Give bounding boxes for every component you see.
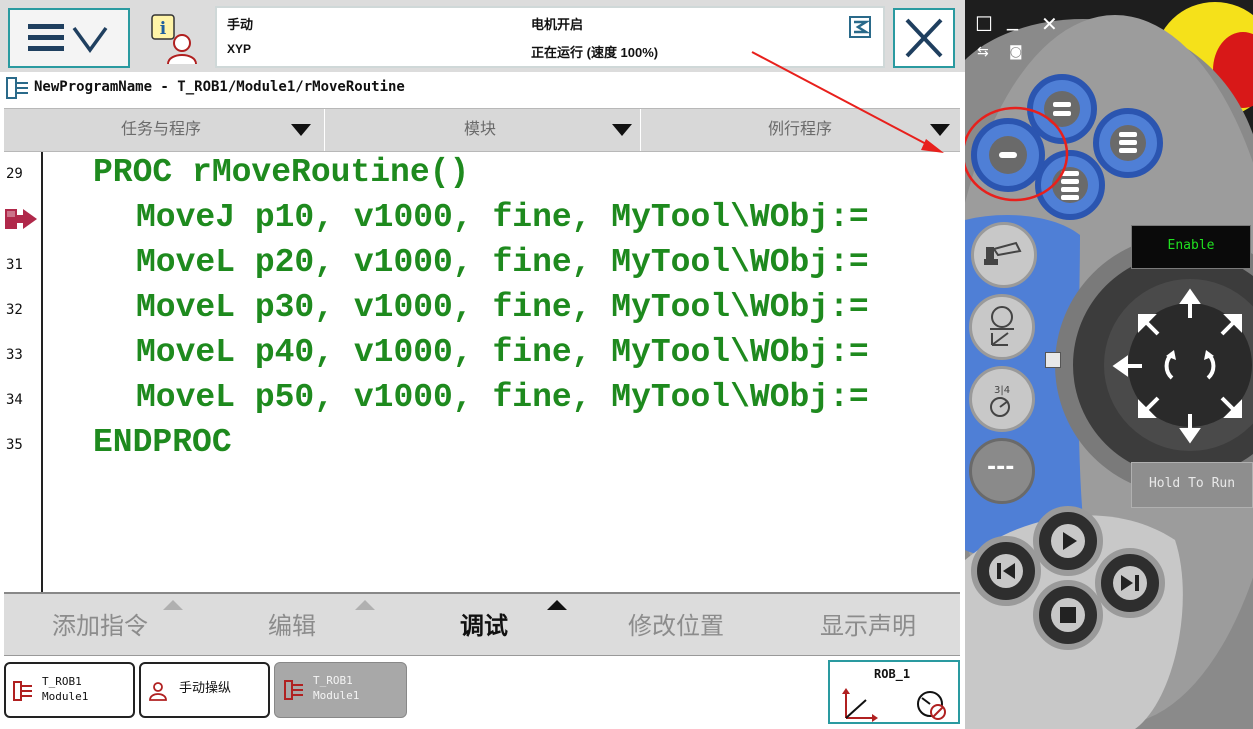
close-panel-icon[interactable]: ✕ xyxy=(1041,12,1058,36)
key-3-icon xyxy=(1110,125,1146,161)
line-number: 32 xyxy=(6,302,23,318)
tab-tasks-and-programs[interactable]: 任务与程序 xyxy=(4,109,325,151)
programmable-key-3[interactable] xyxy=(1093,108,1163,178)
code-line[interactable]: MoveL p40, v1000, fine, MyTool\WObj:= xyxy=(136,334,869,371)
modify-position-button[interactable]: 修改位置 xyxy=(628,606,724,641)
virtual-controller-panel: ☐ _ ✕ ⇆ ◙ 3|4 --- Enable Hold To Run xyxy=(965,0,1253,729)
dashes-icon: --- xyxy=(987,455,1015,480)
robot-arm-icon xyxy=(984,241,1022,265)
chevron-up-icon xyxy=(547,600,567,610)
run-status: 正在运行 (速度 100%) xyxy=(531,45,659,60)
close-icon xyxy=(905,18,943,58)
code-line[interactable]: MoveJ p10, v1000, fine, MyTool\WObj:= xyxy=(136,199,869,236)
code-line[interactable]: MoveL p20, v1000, fine, MyTool\WObj:= xyxy=(136,244,869,281)
motor-status: 电机开启 xyxy=(531,17,584,32)
jogging-label: 手动操纵 xyxy=(179,681,232,696)
play-icon xyxy=(1051,524,1085,558)
line-number: 34 xyxy=(6,392,23,408)
program-editor-icon xyxy=(13,681,32,701)
task-name: T_ROB1 xyxy=(313,674,353,687)
code-line[interactable]: PROC rMoveRoutine() xyxy=(93,154,469,191)
module-name: Module1 xyxy=(313,689,360,702)
enable-indicator[interactable]: Enable xyxy=(1131,225,1251,269)
programmable-key-1[interactable] xyxy=(971,118,1045,192)
line-number: 29 xyxy=(6,166,23,182)
reorient-icon xyxy=(990,306,1014,346)
step-backward-button[interactable] xyxy=(971,536,1041,606)
gutter-divider xyxy=(41,152,43,592)
tab-label: 例行程序 xyxy=(767,119,832,138)
stop-button[interactable] xyxy=(1033,580,1103,650)
show-declaration-button[interactable]: 显示声明 xyxy=(820,606,916,641)
minimize-icon[interactable]: _ xyxy=(1007,6,1018,31)
axis-mode-button[interactable]: 3|4 xyxy=(969,366,1035,432)
camera-icon[interactable]: ◙ xyxy=(1009,44,1023,60)
robot-name: ROB_1 xyxy=(874,667,911,681)
add-instruction-button[interactable]: 添加指令 xyxy=(52,606,148,641)
code-line[interactable]: MoveL p50, v1000, fine, MyTool\WObj:= xyxy=(136,379,869,416)
increment-button[interactable]: --- xyxy=(969,438,1035,504)
chevron-down-icon xyxy=(291,124,311,136)
stop-icon xyxy=(1051,598,1085,632)
module-name: Module1 xyxy=(42,690,89,703)
program-path: NewProgramName - T_ROB1/Module1/rMoveRou… xyxy=(34,79,405,95)
tab-routines[interactable]: 例行程序 xyxy=(640,109,960,151)
hold-to-run-button[interactable]: Hold To Run xyxy=(1131,462,1253,508)
programmable-key-4[interactable] xyxy=(1035,150,1105,220)
tab-modules[interactable]: 模块 xyxy=(324,109,641,151)
key-2-icon xyxy=(1044,91,1080,127)
tab-label: 模块 xyxy=(463,119,496,138)
line-number: 35 xyxy=(6,437,23,453)
tab-label: 任务与程序 xyxy=(120,119,201,138)
operating-mode: 手动 xyxy=(227,17,254,32)
taskbar-item-jogging[interactable]: 手动操纵 xyxy=(139,662,270,718)
motion-mode-linear-button[interactable] xyxy=(969,294,1035,360)
status-panel: 手动 XYP 电机开启 正在运行 (速度 100%) xyxy=(215,6,885,68)
step-back-icon xyxy=(989,554,1023,588)
selector-bar: 任务与程序 模块 例行程序 xyxy=(4,108,960,152)
chevron-up-icon xyxy=(163,600,183,610)
jogging-icon xyxy=(149,682,167,701)
speed-icon xyxy=(849,16,871,38)
line-number: 31 xyxy=(6,257,23,273)
program-editor-icon xyxy=(6,77,28,99)
menu-icon xyxy=(28,24,108,53)
step-forward-icon xyxy=(1113,566,1147,600)
code-line[interactable]: MoveL p30, v1000, fine, MyTool\WObj:= xyxy=(136,289,869,326)
code-line[interactable]: ENDPROC xyxy=(93,424,232,461)
joystick[interactable] xyxy=(1090,266,1253,466)
start-button[interactable] xyxy=(1033,506,1103,576)
taskbar-item-program-editor[interactable]: T_ROB1 Module1 xyxy=(4,662,135,718)
system-name: XYP xyxy=(227,42,252,56)
main-menu-button[interactable] xyxy=(8,8,130,68)
close-button[interactable] xyxy=(893,8,955,68)
key-1-icon xyxy=(989,136,1027,174)
event-log-icon[interactable]: i xyxy=(144,10,202,66)
axis-icon: 3|4 xyxy=(990,385,1010,417)
step-forward-button[interactable] xyxy=(1095,548,1165,618)
key-4-icon xyxy=(1052,167,1088,203)
edit-button[interactable]: 编辑 xyxy=(268,606,316,641)
quickset-robot-button[interactable]: ROB_1 xyxy=(828,660,960,724)
taskbar-item-program-editor-active[interactable]: T_ROB1 Module1 xyxy=(274,662,407,718)
swap-icon[interactable]: ⇆ xyxy=(977,44,989,60)
program-pointer-icon xyxy=(5,209,37,229)
svg-text:3|4: 3|4 xyxy=(994,385,1010,396)
joystick-lock-toggle[interactable] xyxy=(1045,352,1061,368)
restore-icon[interactable]: ☐ xyxy=(975,12,993,36)
program-editor-icon xyxy=(284,680,303,700)
task-name: T_ROB1 xyxy=(42,675,82,688)
coordinate-system-icon xyxy=(842,688,878,722)
chevron-up-icon xyxy=(355,600,375,610)
mechanical-unit-button[interactable] xyxy=(971,222,1037,288)
svg-text:i: i xyxy=(160,19,167,39)
speed-limit-icon xyxy=(917,691,946,720)
chevron-down-icon xyxy=(612,124,632,136)
debug-button[interactable]: 调试 xyxy=(460,606,508,641)
chevron-down-icon xyxy=(930,124,950,136)
line-number: 33 xyxy=(6,347,23,363)
